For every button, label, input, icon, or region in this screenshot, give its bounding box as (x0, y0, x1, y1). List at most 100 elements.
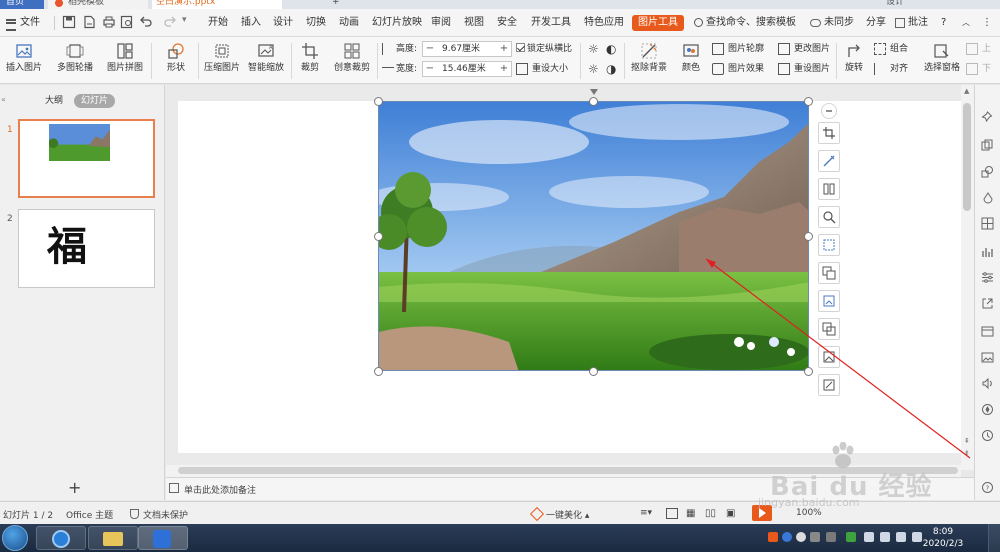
presenter-view-icon[interactable]: ▣ (726, 508, 735, 519)
more-options-icon[interactable]: ⋮ (982, 15, 992, 31)
height-stepper[interactable]: − 9.67厘米 + (422, 41, 512, 57)
change-picture-button[interactable]: 更改图片 (778, 41, 830, 57)
shape-button[interactable]: 形状 (156, 42, 196, 80)
reset-picture-button[interactable]: 重设图片 (778, 61, 830, 77)
image-box-icon[interactable] (981, 325, 994, 338)
picture-outline-button[interactable]: 图片轮廓 (712, 41, 764, 57)
resize-handle-top-right[interactable] (804, 97, 813, 106)
grid-icon[interactable] (981, 217, 994, 230)
resize-handle-bottom[interactable] (589, 367, 598, 376)
resize-handle-top-left[interactable] (374, 97, 383, 106)
creative-crop-button[interactable]: 创意裁剪 (330, 42, 374, 80)
user-label[interactable]: 设计 (880, 0, 910, 9)
height-increase-button[interactable]: + (497, 42, 511, 56)
compress-picture-button[interactable]: 压缩图片 (202, 42, 242, 80)
rotate-handle-icon[interactable] (589, 88, 599, 96)
fill-icon[interactable] (981, 191, 994, 204)
float-replace-button[interactable] (818, 262, 840, 284)
pin-icon[interactable] (981, 111, 994, 124)
taskbar-explorer-app[interactable] (88, 526, 138, 550)
show-desktop-button[interactable] (988, 524, 1000, 552)
menu-item-picture-tools[interactable]: 图片工具 (632, 15, 684, 31)
tray-help-icon[interactable] (782, 532, 792, 542)
float-collage-button[interactable] (818, 178, 840, 200)
panel-collapse-icon[interactable]: « (1, 95, 6, 104)
tray-security-icon[interactable] (846, 532, 856, 542)
width-value[interactable]: 15.46厘米 (439, 62, 495, 76)
compass-icon[interactable] (981, 403, 994, 416)
new-tab-button[interactable]: + (326, 0, 342, 9)
bring-forward-button[interactable]: 上 (966, 41, 991, 57)
remove-background-button[interactable]: 抠除背景 (627, 42, 671, 80)
send-backward-button[interactable]: 下 (966, 61, 991, 77)
menu-item-view[interactable]: 视图 (464, 15, 484, 31)
reset-size-button[interactable]: 重设大小 (516, 61, 568, 77)
brightness-down-icon[interactable]: ◐ (606, 41, 616, 57)
theme-status[interactable]: Office 主题 (66, 508, 113, 521)
menu-item-animation[interactable]: 动画 (339, 15, 359, 31)
share-export-icon[interactable] (981, 297, 994, 310)
scroll-up-icon[interactable]: ▲ (964, 87, 969, 95)
tray-bluetooth-icon[interactable] (864, 532, 874, 542)
group-button[interactable]: 组合 (874, 41, 908, 57)
width-increase-button[interactable]: + (497, 62, 511, 76)
resize-handle-bottom-left[interactable] (374, 367, 383, 376)
help-button[interactable]: ? (941, 15, 946, 31)
tab-outline[interactable]: 大纲 (38, 94, 70, 108)
export-pdf-icon[interactable] (82, 15, 96, 29)
menu-item-developer[interactable]: 开发工具 (531, 15, 571, 31)
annotate-button[interactable]: 批注 (895, 15, 928, 31)
brightness-up-icon[interactable]: ☼ (588, 41, 599, 57)
float-crop-button[interactable] (818, 122, 840, 144)
slide-thumbnail-1[interactable] (18, 119, 155, 198)
quick-access-dropdown-icon[interactable]: ▾ (182, 15, 196, 29)
multi-picture-carousel-button[interactable]: 多图轮播 (52, 42, 98, 80)
save-icon[interactable] (62, 15, 76, 29)
audio-icon[interactable] (981, 377, 994, 390)
menu-item-security[interactable]: 安全 (497, 15, 517, 31)
smart-zoom-button[interactable]: AI 智能缩放 (246, 42, 286, 80)
redo-icon[interactable] (163, 15, 177, 29)
notes-placeholder[interactable]: 单击此处添加备注 (184, 483, 256, 496)
float-zoom-button[interactable] (818, 206, 840, 228)
tray-wps-icon[interactable] (768, 532, 778, 542)
tab-document[interactable]: 空白演示.pptx (152, 0, 282, 9)
print-preview-icon[interactable] (120, 15, 134, 29)
taskbar-wps-app[interactable] (138, 526, 188, 550)
tab-home[interactable]: 首页 (0, 0, 44, 9)
tray-network-icon[interactable] (880, 532, 890, 542)
tab-slides[interactable]: 幻灯片 (74, 94, 116, 108)
tray-display-icon[interactable] (826, 532, 836, 542)
protection-status[interactable]: 文档未保护 (130, 508, 188, 521)
print-icon[interactable] (102, 15, 116, 29)
float-effect-button[interactable] (818, 290, 840, 312)
slide-sorter-icon[interactable]: ▦ (686, 508, 695, 519)
tray-app-icon[interactable] (810, 532, 820, 542)
menu-item-features[interactable]: 特色应用 (584, 15, 624, 31)
lock-ratio-checkbox[interactable]: 锁定纵横比 (516, 41, 572, 57)
resize-handle-left[interactable] (374, 232, 383, 241)
normal-view-icon[interactable] (666, 508, 678, 519)
float-compress-button[interactable] (818, 234, 840, 256)
sync-status[interactable]: 未同步 (810, 15, 854, 31)
tray-browser-icon[interactable] (796, 532, 806, 542)
share-button[interactable]: 分享 (866, 15, 886, 31)
settings-sliders-icon[interactable] (981, 271, 994, 284)
contrast-down-icon[interactable]: ◑ (606, 61, 616, 77)
menu-item-start[interactable]: 开始 (208, 15, 228, 31)
vertical-scrollbar[interactable]: ▲ ⇞ ⇟ (961, 85, 974, 470)
undo-icon[interactable] (139, 15, 153, 29)
float-remove-background-button[interactable] (818, 150, 840, 172)
system-clock[interactable]: 8:09 2020/2/3 (908, 526, 978, 550)
taskbar-browser-app[interactable] (36, 526, 86, 550)
menu-item-transition[interactable]: 切换 (306, 15, 326, 31)
file-menu[interactable]: 文件 (4, 15, 50, 31)
copy-icon[interactable] (981, 139, 994, 152)
width-decrease-button[interactable]: − (423, 62, 437, 76)
resize-handle-top[interactable] (589, 97, 598, 106)
align-button[interactable]: 对齐 (874, 61, 908, 77)
command-search[interactable]: 查找命令、搜索模板 (694, 15, 796, 31)
float-picture-position-button[interactable] (818, 346, 840, 368)
ribbon-collapse-icon[interactable]: ︿ (962, 15, 970, 31)
insert-picture-button[interactable]: 插入图片 (2, 42, 46, 80)
